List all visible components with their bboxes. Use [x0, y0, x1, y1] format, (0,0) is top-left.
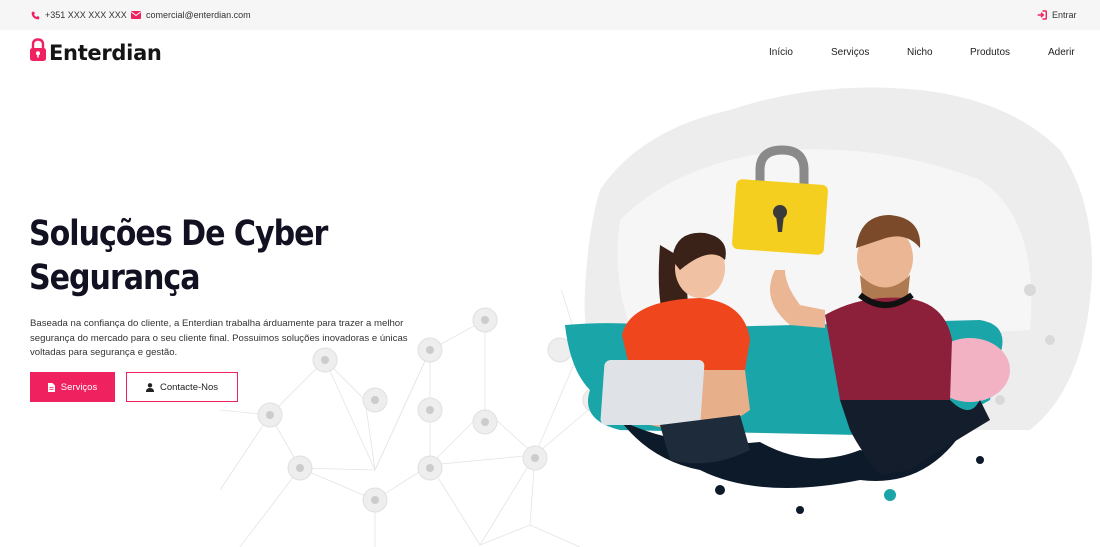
nav-item-produtos[interactable]: Produtos [970, 47, 1010, 58]
login-link[interactable]: Entrar [1037, 0, 1077, 30]
brand-logo[interactable]: Enterdian [29, 38, 162, 67]
phone-icon [30, 10, 40, 20]
hero-description: Baseada na confiança do cliente, a Enter… [30, 318, 408, 358]
login-icon [1037, 10, 1047, 20]
user-icon [145, 382, 154, 392]
hero-title-line-2: Segurança [29, 258, 201, 298]
contact-button-label: Contacte-Nos [159, 381, 219, 393]
nav-item-inicio[interactable]: Início [769, 47, 793, 58]
padlock-logo-icon [29, 38, 47, 67]
mail-icon [131, 10, 141, 20]
services-button-label: Serviços [60, 381, 98, 393]
nav-item-nicho[interactable]: Nicho [907, 47, 933, 58]
hero-illustration [565, 87, 1092, 514]
nav-item-aderir[interactable]: Aderir [1048, 47, 1075, 58]
laptop [600, 360, 705, 425]
login-label: Entrar [1052, 10, 1077, 20]
email-address: comercial@enterdian.com [146, 10, 251, 20]
contact-button[interactable]: Contacte-Nos [126, 372, 238, 402]
hero-title-line-1: Soluções De Cyber [29, 214, 328, 254]
hero-title: Soluções De Cyber Segurança [29, 212, 356, 300]
document-icon [47, 382, 55, 392]
nav-item-servicos[interactable]: Serviços [831, 47, 869, 58]
phone-contact[interactable]: +351 XXX XXX XXX [30, 0, 127, 30]
email-contact[interactable]: comercial@enterdian.com [131, 0, 251, 30]
phone-number: +351 XXX XXX XXX [45, 10, 127, 20]
services-button[interactable]: Serviços [30, 372, 115, 402]
top-info-bar: +351 XXX XXX XXX comercial@enterdian.com… [0, 0, 1100, 30]
brand-name: Enterdian [49, 40, 162, 65]
